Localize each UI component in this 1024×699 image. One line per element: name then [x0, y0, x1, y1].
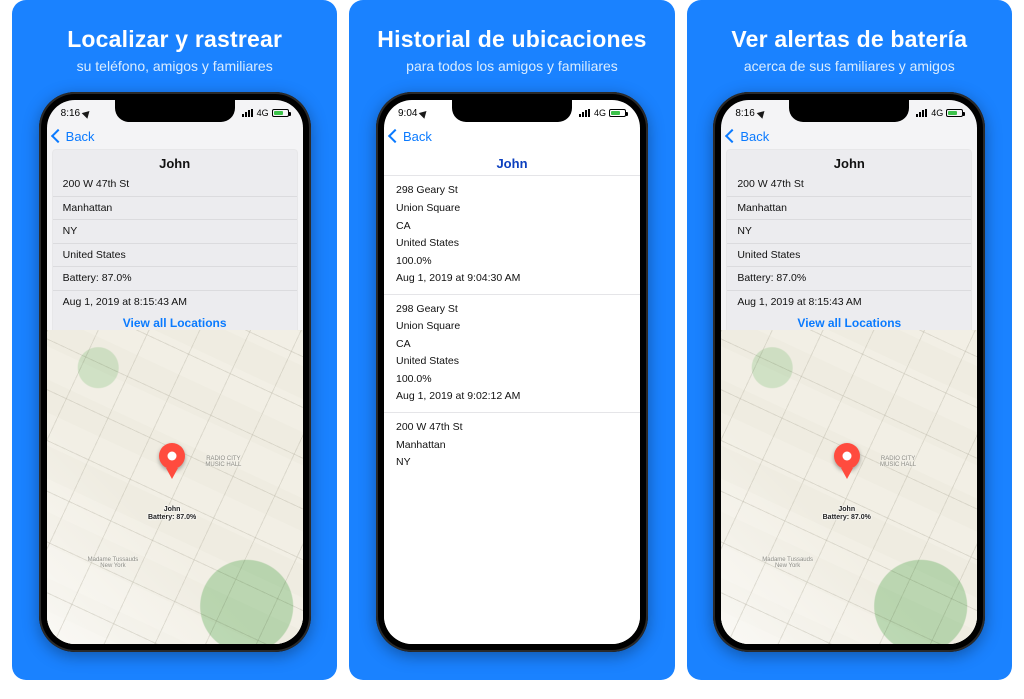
card-person-name: John	[63, 157, 287, 170]
signal-icon	[242, 109, 254, 117]
pin-label: JohnBattery: 87.0%	[148, 506, 196, 521]
status-network: 4G	[594, 108, 606, 118]
panel-subtitle: para todos los amigos y familiares	[406, 58, 618, 74]
panel-title: Ver alertas de batería	[731, 26, 967, 52]
entry-street: 298 Geary St	[396, 182, 628, 200]
panel-title: Localizar y rastrear	[67, 26, 282, 52]
back-label: Back	[740, 129, 769, 144]
card-locality: Manhattan	[63, 200, 287, 217]
card-person-name: John	[737, 157, 961, 170]
phone-notch	[789, 100, 909, 122]
promo-panel-history: Historial de ubicaciones para todos los …	[349, 0, 674, 680]
card-timestamp: Aug 1, 2019 at 8:15:43 AM	[737, 294, 961, 311]
chevron-left-icon	[51, 129, 65, 143]
battery-icon	[272, 109, 289, 117]
promo-panel-battery: Ver alertas de batería acerca de sus fam…	[687, 0, 1012, 680]
history-entry[interactable]: 200 W 47th St Manhattan NY	[384, 412, 640, 478]
card-country: United States	[63, 247, 287, 264]
history-entry[interactable]: 298 Geary St Union Square CA United Stat…	[384, 175, 640, 293]
promo-panel-locate: Localizar y rastrear su teléfono, amigos…	[12, 0, 337, 680]
entry-timestamp: Aug 1, 2019 at 9:02:12 AM	[396, 388, 628, 406]
map-poi: Madame TussaudsNew York	[762, 557, 813, 569]
location-icon	[756, 108, 767, 119]
card-region: NY	[63, 223, 287, 240]
entry-country: United States	[396, 235, 628, 253]
pin-label: JohnBattery: 87.0%	[823, 506, 871, 521]
entry-region: NY	[396, 454, 628, 472]
map-poi: RADIO CITYMUSIC HALL	[205, 456, 241, 468]
map-pin-icon[interactable]	[834, 443, 860, 469]
phone-notch	[452, 100, 572, 122]
battery-icon	[946, 109, 963, 117]
location-icon	[82, 108, 93, 119]
back-label: Back	[66, 129, 95, 144]
entry-street: 298 Geary St	[396, 301, 628, 319]
map-view[interactable]: JohnBattery: 87.0% RADIO CITYMUSIC HALL …	[721, 330, 977, 644]
card-street: 200 W 47th St	[63, 176, 287, 193]
phone-mock: 8:16 4G Back John	[39, 92, 311, 652]
status-network: 4G	[257, 108, 269, 118]
card-battery: Battery: 87.0%	[63, 270, 287, 287]
battery-icon	[609, 109, 626, 117]
panel-subtitle: su teléfono, amigos y familiares	[77, 58, 273, 74]
location-card: John 200 W 47th St Manhattan NY United S…	[53, 150, 297, 335]
entry-region: CA	[396, 336, 628, 354]
nav-bar: Back	[47, 122, 303, 150]
card-timestamp: Aug 1, 2019 at 8:15:43 AM	[63, 294, 287, 311]
card-country: United States	[737, 247, 961, 264]
chevron-left-icon	[725, 129, 739, 143]
back-button[interactable]: Back	[53, 129, 95, 144]
map-poi: Madame TussaudsNew York	[88, 557, 139, 569]
entry-battery: 100.0%	[396, 253, 628, 271]
list-person-name: John	[384, 156, 640, 171]
entry-battery: 100.0%	[396, 371, 628, 389]
back-button[interactable]: Back	[390, 129, 432, 144]
map-poi: RADIO CITYMUSIC HALL	[880, 456, 916, 468]
nav-bar: Back	[384, 122, 640, 150]
entry-country: United States	[396, 353, 628, 371]
location-card: John 200 W 47th St Manhattan NY United S…	[727, 150, 971, 335]
panel-subtitle: acerca de sus familiares y amigos	[744, 58, 955, 74]
chevron-left-icon	[388, 129, 402, 143]
phone-mock: 9:04 4G Back John	[376, 92, 648, 652]
card-street: 200 W 47th St	[737, 176, 961, 193]
card-region: NY	[737, 223, 961, 240]
card-battery: Battery: 87.0%	[737, 270, 961, 287]
nav-bar: Back	[721, 122, 977, 150]
phone-notch	[115, 100, 235, 122]
entry-locality: Union Square	[396, 200, 628, 218]
entry-street: 200 W 47th St	[396, 419, 628, 437]
signal-icon	[579, 109, 591, 117]
view-all-locations-link[interactable]: View all Locations	[63, 317, 287, 329]
status-time: 8:16	[61, 108, 80, 119]
map-pin-icon[interactable]	[159, 443, 185, 469]
entry-timestamp: Aug 1, 2019 at 9:04:30 AM	[396, 270, 628, 288]
signal-icon	[916, 109, 928, 117]
map-view[interactable]: JohnBattery: 87.0% RADIO CITYMUSIC HALL …	[47, 330, 303, 644]
status-time: 8:16	[735, 108, 754, 119]
card-locality: Manhattan	[737, 200, 961, 217]
history-entry[interactable]: 298 Geary St Union Square CA United Stat…	[384, 294, 640, 412]
back-button[interactable]: Back	[727, 129, 769, 144]
status-network: 4G	[931, 108, 943, 118]
panel-title: Historial de ubicaciones	[377, 26, 646, 52]
location-icon	[419, 108, 430, 119]
back-label: Back	[403, 129, 432, 144]
entry-locality: Union Square	[396, 318, 628, 336]
view-all-locations-link[interactable]: View all Locations	[737, 317, 961, 329]
phone-mock: 8:16 4G Back John	[713, 92, 985, 652]
entry-locality: Manhattan	[396, 437, 628, 455]
location-history-list[interactable]: John 298 Geary St Union Square CA United…	[384, 150, 640, 644]
entry-region: CA	[396, 218, 628, 236]
status-time: 9:04	[398, 108, 417, 119]
